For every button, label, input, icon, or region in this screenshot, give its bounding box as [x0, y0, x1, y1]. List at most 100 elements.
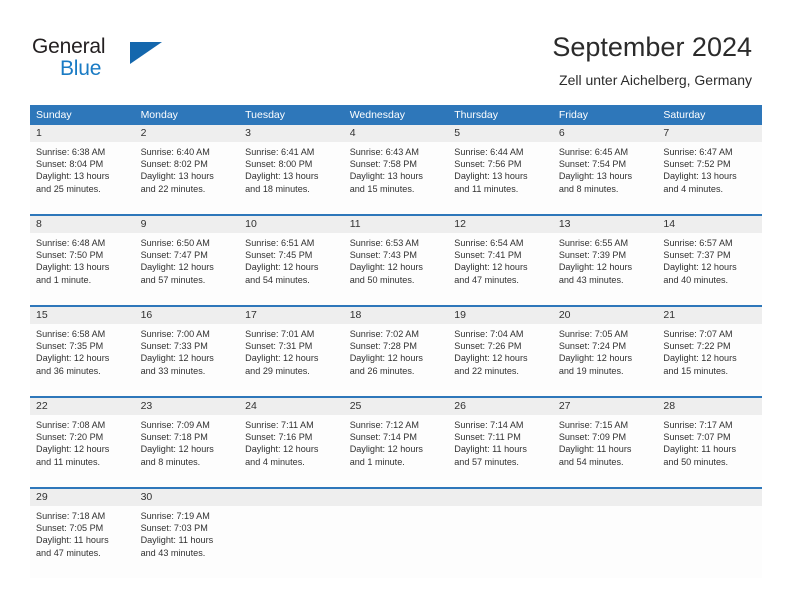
daylight-text-line2: and 57 minutes. [140, 274, 206, 285]
daylight-text-line2: and 11 minutes. [454, 183, 519, 194]
sunrise-text: Sunrise: 7:12 AM [349, 420, 419, 430]
day-number[interactable]: 17 [239, 307, 344, 324]
daylight-text-line1: Daylight: 12 hours [245, 444, 319, 455]
sunrise-text: Sunrise: 7:05 AM [558, 329, 629, 339]
title-block: September 2024 Zell unter Aichelberg, Ge… [552, 30, 752, 90]
sunrise-text: Sunrise: 7:04 AM [454, 329, 524, 339]
sunset-text: Sunset: 8:00 PM [245, 159, 313, 170]
daylight-text-line2: and 50 minutes. [663, 456, 729, 467]
daylight-text-line1: Daylight: 12 hours [663, 353, 737, 364]
day-number[interactable]: 25 [344, 398, 449, 415]
sunset-text: Sunset: 7:16 PM [245, 432, 313, 443]
day-number[interactable]: 23 [135, 398, 240, 415]
daylight-text-line2: and 1 minute. [36, 274, 92, 285]
weekday-header-wednesday: Wednesday [349, 109, 405, 121]
daylight-text-line1: Daylight: 12 hours [349, 353, 423, 364]
day-cell: Sunrise: 7:19 AM Sunset: 7:03 PM Daylight:… [135, 506, 240, 578]
day-number[interactable]: 30 [135, 489, 240, 506]
day-number[interactable]: 4 [344, 125, 449, 142]
day-cell: Sunrise: 7:05 AM Sunset: 7:24 PM Daylight:… [553, 324, 658, 396]
day-number[interactable]: 24 [239, 398, 344, 415]
daylight-text-line1: Daylight: 11 hours [140, 535, 214, 546]
sunset-text: Sunset: 7:31 PM [245, 341, 313, 352]
week-detail-cells: Sunrise: 6:48 AM Sunset: 7:50 PM Daylight:… [30, 233, 762, 305]
daylight-text-line2: and 40 minutes. [663, 274, 729, 285]
day-number[interactable]: 27 [553, 398, 658, 415]
day-cell: Sunrise: 7:15 AM Sunset: 7:09 PM Daylight:… [553, 415, 658, 487]
day-cell: Sunrise: 6:50 AM Sunset: 7:47 PM Daylight:… [135, 233, 240, 305]
day-cell-empty [553, 506, 658, 578]
day-number[interactable]: 14 [657, 216, 762, 233]
sunset-text: Sunset: 7:09 PM [558, 432, 627, 443]
day-cell-empty [239, 506, 344, 578]
daylight-text-line1: Daylight: 12 hours [558, 353, 633, 364]
day-number[interactable]: 2 [135, 125, 240, 142]
sunrise-text: Sunrise: 6:51 AM [245, 238, 315, 248]
week-date-numbers: 8 9 10 11 12 13 14 [30, 216, 762, 233]
day-number[interactable]: 15 [30, 307, 135, 324]
sunset-text: Sunset: 7:39 PM [558, 250, 627, 261]
day-number[interactable]: 6 [553, 125, 658, 142]
day-number[interactable]: 9 [135, 216, 240, 233]
brand-name-blue: Blue [60, 57, 102, 80]
sunrise-text: Sunrise: 7:08 AM [36, 420, 106, 430]
calendar-week-row: 22 23 24 25 26 27 28 Sunrise: 7:08 AM Sunset: 7:… [30, 396, 762, 487]
day-number[interactable]: 21 [657, 307, 762, 324]
day-cell: Sunrise: 6:43 AM Sunset: 7:58 PM Daylight:… [344, 142, 449, 214]
week-detail-cells: Sunrise: 6:38 AM Sunset: 8:04 PM Daylight:… [30, 142, 762, 214]
daylight-text-line2: and 43 minutes. [140, 547, 206, 558]
page-subtitle: Zell unter Aichelberg, Germany [559, 72, 752, 88]
week-detail-cells: Sunrise: 6:58 AM Sunset: 7:35 PM Daylight:… [30, 324, 762, 396]
sunset-text: Sunset: 8:04 PM [36, 159, 104, 170]
sunset-text: Sunset: 7:35 PM [36, 341, 104, 352]
daylight-text-line1: Daylight: 12 hours [140, 353, 214, 364]
day-number[interactable]: 18 [344, 307, 449, 324]
day-number[interactable]: 20 [553, 307, 658, 324]
sunrise-text: Sunrise: 7:01 AM [245, 329, 315, 339]
day-cell: Sunrise: 6:58 AM Sunset: 7:35 PM Daylight:… [30, 324, 135, 396]
weekday-header-monday: Monday [140, 109, 178, 121]
day-cell-empty [448, 506, 553, 578]
sunrise-text: Sunrise: 6:44 AM [454, 147, 524, 157]
day-number[interactable]: 19 [448, 307, 553, 324]
sunrise-text: Sunrise: 6:38 AM [36, 147, 106, 157]
day-number[interactable]: 3 [239, 125, 344, 142]
sunrise-text: Sunrise: 7:15 AM [558, 420, 629, 430]
daylight-text-line2: and 1 minute. [349, 456, 405, 467]
daylight-text-line1: Daylight: 12 hours [454, 353, 528, 364]
day-number[interactable]: 12 [448, 216, 553, 233]
sunset-text: Sunset: 7:18 PM [140, 432, 208, 443]
daylight-text-line2: and 36 minutes. [36, 365, 101, 376]
daylight-text-line1: Daylight: 12 hours [36, 444, 110, 455]
day-number[interactable]: 1 [30, 125, 135, 142]
day-number[interactable]: 28 [657, 398, 762, 415]
day-number[interactable]: 26 [448, 398, 553, 415]
sunrise-text: Sunrise: 6:50 AM [140, 238, 210, 248]
weekday-header-friday: Friday [558, 109, 588, 121]
weekday-header-thursday: Thursday [454, 109, 499, 121]
weekday-header-tuesday: Tuesday [245, 109, 286, 121]
daylight-text-line2: and 29 minutes. [245, 365, 310, 376]
day-number[interactable]: 10 [239, 216, 344, 233]
day-number[interactable]: 11 [344, 216, 449, 233]
week-detail-cells: Sunrise: 7:18 AM Sunset: 7:05 PM Daylight:… [30, 506, 762, 578]
day-number[interactable]: 22 [30, 398, 135, 415]
daylight-text-line1: Daylight: 12 hours [140, 262, 214, 273]
day-cell: Sunrise: 7:14 AM Sunset: 7:11 PM Daylight:… [448, 415, 553, 487]
day-number[interactable]: 5 [448, 125, 553, 142]
day-number[interactable]: 7 [657, 125, 762, 142]
day-number[interactable]: 16 [135, 307, 240, 324]
sunrise-text: Sunrise: 6:47 AM [663, 147, 733, 157]
daylight-text-line2: and 8 minutes. [140, 456, 201, 467]
sunset-text: Sunset: 7:26 PM [454, 341, 522, 352]
sunset-text: Sunset: 7:50 PM [36, 250, 104, 261]
day-cell: Sunrise: 7:00 AM Sunset: 7:33 PM Daylight:… [135, 324, 240, 396]
brand-logo[interactable]: General Blue [32, 36, 162, 80]
sunset-text: Sunset: 7:52 PM [663, 159, 731, 170]
daylight-text-line1: Daylight: 13 hours [558, 171, 633, 182]
day-number[interactable]: 8 [30, 216, 135, 233]
sunrise-text: Sunrise: 7:00 AM [140, 329, 210, 339]
calendar-week-row: 8 9 10 11 12 13 14 Sunrise: 6:48 AM Sunset: 7:50… [30, 214, 762, 305]
day-number[interactable]: 29 [30, 489, 135, 506]
day-number[interactable]: 13 [553, 216, 658, 233]
